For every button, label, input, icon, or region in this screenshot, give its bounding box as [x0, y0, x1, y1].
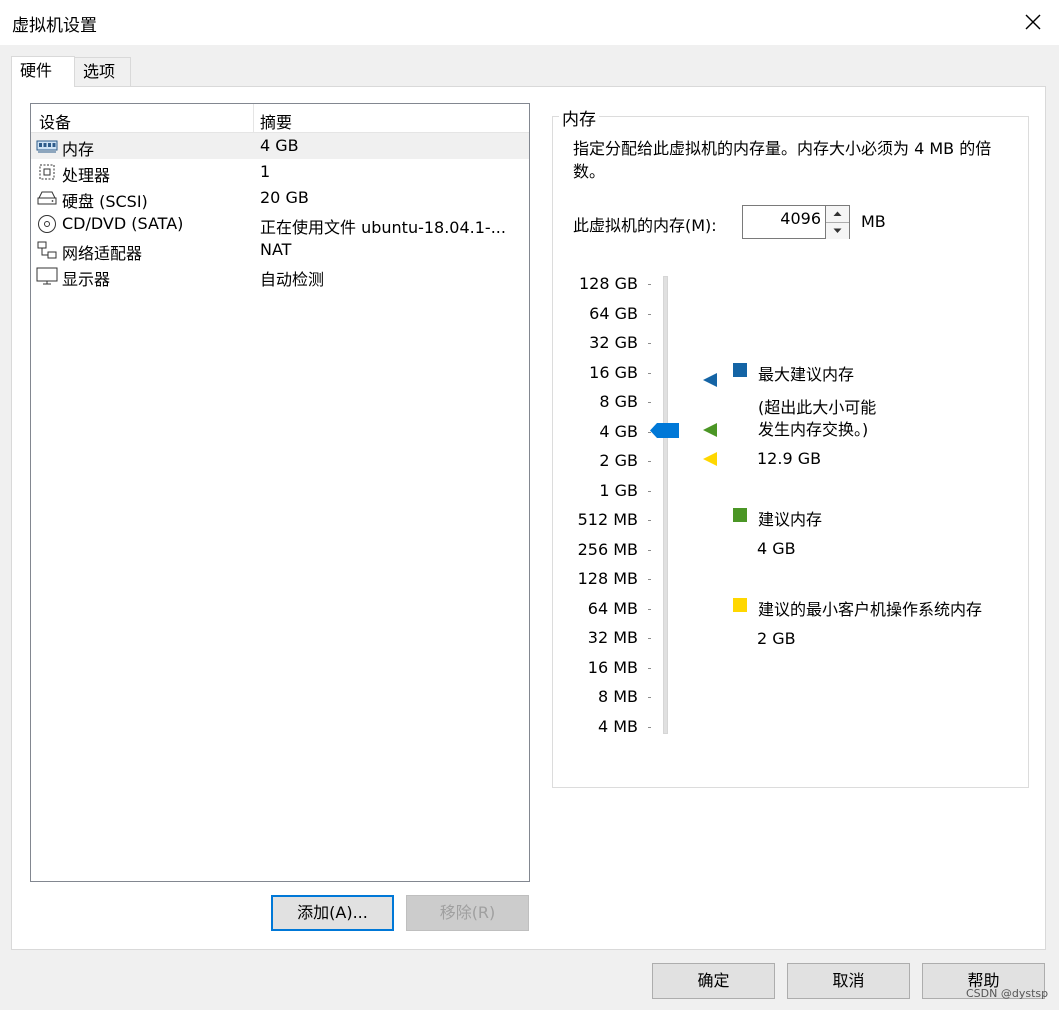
device-summary: 1 — [260, 162, 271, 181]
max-recommended-value: 12.9 GB — [757, 449, 822, 468]
scale-label: 4 GB — [599, 421, 638, 441]
column-header-summary[interactable]: 摘要 — [260, 109, 292, 133]
watermark: CSDN @dystsp — [966, 987, 1049, 1000]
min-os-marker-icon — [703, 452, 717, 466]
scale-label: 32 MB — [587, 628, 638, 647]
column-separator[interactable] — [253, 104, 254, 132]
device-row-memory[interactable]: 内存 4 GB — [31, 133, 529, 159]
device-summary: 正在使用文件 ubuntu-18.04.1-... — [260, 218, 506, 237]
memory-slider-thumb[interactable] — [650, 423, 680, 438]
max-recommended-marker-icon — [703, 373, 717, 387]
scale-label: 16 GB — [589, 362, 638, 382]
scale-tick — [648, 697, 651, 698]
scale-tick — [648, 402, 651, 403]
display-icon — [36, 267, 58, 285]
min-os-legend-square — [733, 598, 747, 612]
scale-label: 16 MB — [587, 657, 638, 677]
max-recommended-legend-square — [733, 363, 747, 377]
scale-tick — [648, 667, 651, 669]
device-row-cd-dvd[interactable]: CD/DVD (SATA) 正在使用文件 ubuntu-18.04.1-... — [31, 211, 529, 237]
cancel-button[interactable]: 取消 — [787, 963, 910, 999]
scale-tick — [648, 343, 651, 344]
recommended-label: 建议内存 — [758, 510, 823, 529]
scale-tick — [648, 490, 651, 492]
spin-down-button[interactable] — [826, 223, 849, 239]
min-os-label: 建议的最小客户机操作系统内存 — [758, 600, 983, 619]
memory-icon — [36, 140, 58, 153]
hard-disk-icon — [37, 191, 57, 205]
device-name: 处理器 — [62, 166, 111, 185]
device-row-processor[interactable]: 处理器 1 — [31, 159, 529, 185]
memory-unit-label: MB — [861, 212, 886, 231]
device-name: 内存 — [62, 140, 95, 159]
tab-hardware[interactable]: 硬件 — [11, 56, 75, 87]
scale-tick — [648, 313, 651, 315]
device-row-hard-disk[interactable]: 硬盘 (SCSI) 20 GB — [31, 185, 529, 211]
arrow-down-icon — [833, 228, 842, 233]
scale-label: 4 MB — [597, 716, 638, 736]
max-recommended-label: 最大建议内存 — [758, 365, 855, 384]
memory-value-input[interactable]: 4096 — [742, 205, 826, 239]
max-recommended-note-1: (超出此大小可能 — [758, 398, 877, 417]
scale-tick — [648, 726, 651, 728]
spin-up-button[interactable] — [826, 206, 849, 223]
device-name: 显示器 — [62, 270, 111, 289]
scale-tick — [648, 638, 651, 639]
scale-tick — [648, 284, 651, 285]
device-summary: 自动检测 — [260, 270, 325, 289]
window-title: 虚拟机设置 — [12, 16, 97, 36]
recommended-value: 4 GB — [757, 539, 796, 558]
title-bar: 虚拟机设置 — [0, 0, 1059, 45]
close-icon — [1025, 14, 1041, 30]
list-header: 设备 摘要 — [31, 104, 529, 133]
device-list[interactable]: 设备 摘要 内存 4 GB 处理器 1 硬盘 (SCSI) 20 GB CD/D… — [30, 103, 530, 882]
scale-tick — [648, 372, 651, 374]
device-row-network-adapter[interactable]: 网络适配器 NAT — [31, 237, 529, 263]
close-button[interactable] — [1021, 10, 1045, 34]
min-os-value: 2 GB — [757, 629, 796, 648]
device-summary: 20 GB — [260, 188, 309, 207]
scale-label: 128 MB — [577, 569, 638, 588]
scale-label: 256 MB — [577, 539, 638, 559]
memory-description: 指定分配给此虚拟机的内存量。内存大小必须为 4 MB 的倍数。 — [573, 139, 992, 181]
memory-group-title: 内存 — [559, 105, 599, 130]
device-name: 硬盘 (SCSI) — [62, 192, 148, 211]
scale-label: 1 GB — [599, 480, 638, 500]
max-recommended-note-2: 发生内存交换。) — [758, 420, 869, 439]
scale-label: 2 GB — [599, 451, 638, 470]
scale-label: 32 GB — [589, 333, 638, 352]
tab-options[interactable]: 选项 — [74, 57, 131, 86]
scale-tick — [648, 461, 651, 462]
scale-tick — [648, 579, 651, 580]
recommended-legend-square — [733, 508, 747, 522]
device-summary: NAT — [260, 240, 292, 259]
scale-tick — [648, 549, 651, 551]
memory-field-label: 此虚拟机的内存(M): — [573, 216, 717, 235]
scale-label: 64 GB — [589, 303, 638, 323]
scale-label: 8 GB — [599, 392, 638, 411]
arrow-up-icon — [833, 211, 842, 216]
memory-spinner — [825, 205, 850, 239]
cd-dvd-icon — [38, 215, 56, 233]
scale-label: 64 MB — [587, 598, 638, 618]
scale-tick — [648, 520, 651, 521]
scale-label: 8 MB — [597, 687, 638, 706]
device-summary: 4 GB — [260, 136, 299, 155]
device-name: 网络适配器 — [62, 244, 143, 263]
device-name: CD/DVD (SATA) — [62, 214, 184, 233]
scale-label: 512 MB — [577, 510, 638, 529]
ok-button[interactable]: 确定 — [652, 963, 775, 999]
remove-button[interactable]: 移除(R) — [406, 895, 529, 931]
network-adapter-icon — [37, 241, 57, 259]
processor-icon — [39, 164, 55, 180]
recommended-marker-icon — [703, 423, 717, 437]
memory-slider-track[interactable] — [663, 276, 668, 734]
add-button[interactable]: 添加(A)... — [271, 895, 394, 931]
column-header-device[interactable]: 设备 — [39, 109, 71, 133]
device-row-display[interactable]: 显示器 自动检测 — [31, 263, 529, 289]
scale-tick — [648, 608, 651, 610]
scale-label: 128 GB — [579, 274, 638, 293]
